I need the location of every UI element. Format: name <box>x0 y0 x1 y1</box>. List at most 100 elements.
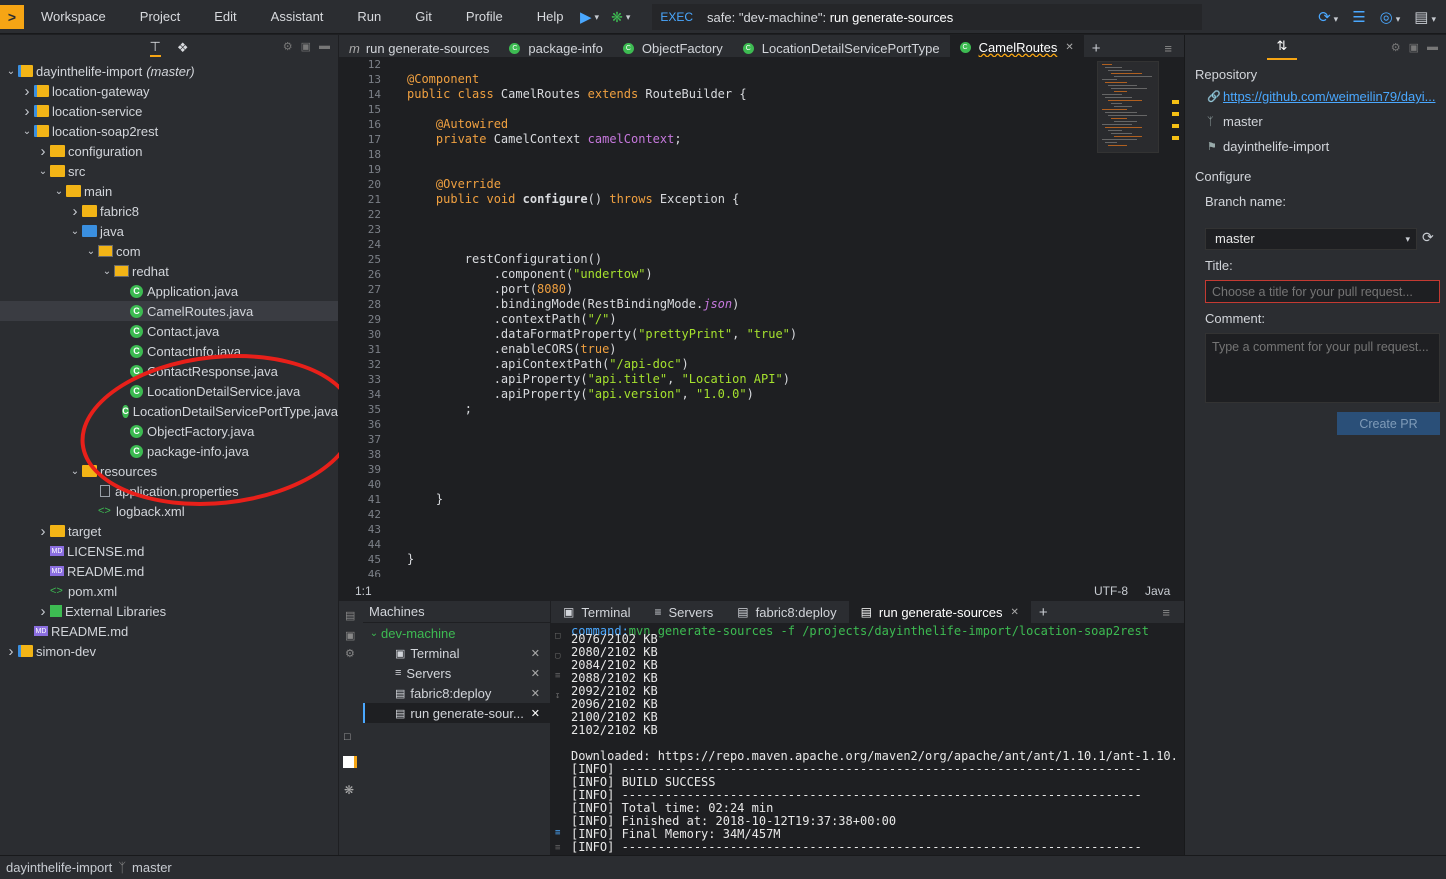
chevron-down-icon[interactable]: ⌄ <box>20 126 34 137</box>
menu-workspace[interactable]: Workspace <box>24 9 123 24</box>
tree-item[interactable]: C LocationDetailService.java <box>0 381 338 401</box>
machines-icon[interactable]: ▤ <box>345 609 355 622</box>
chevron-right-icon[interactable]: › <box>68 203 82 220</box>
list-icon[interactable]: ☰ <box>1352 8 1365 26</box>
add-tab-icon[interactable]: + <box>1092 40 1101 57</box>
pr-comment-input[interactable] <box>1205 333 1440 403</box>
machine-row[interactable]: ⌄ dev-machine <box>363 623 550 643</box>
project-tree-icon[interactable]: ⊤ <box>149 39 161 57</box>
menu-run[interactable]: Run <box>340 9 398 24</box>
machine-process-item[interactable]: ▤ fabric8:deploy ✕ <box>363 683 550 703</box>
ruler-mark[interactable] <box>1172 100 1179 104</box>
minimize-icon[interactable]: ▬ <box>319 40 330 53</box>
pr-title-input[interactable] <box>1205 280 1440 303</box>
chevron-down-icon[interactable]: ⌄ <box>4 66 18 77</box>
tabs-menu-icon[interactable]: ≡ <box>1162 605 1170 620</box>
layout-icon[interactable]: ▤ ▾ <box>1414 8 1436 26</box>
close-icon[interactable]: ✕ <box>531 667 540 680</box>
lines-icon[interactable]: ≡ <box>555 843 560 853</box>
copy-icon[interactable]: □ <box>555 631 560 641</box>
clear-icon[interactable]: ▢ <box>555 651 560 661</box>
tree-item[interactable]: C ContactResponse.java <box>0 361 338 381</box>
refresh-branches-icon[interactable]: ⟳ <box>1422 229 1434 246</box>
chevron-down-icon[interactable]: ⌄ <box>84 246 98 257</box>
ruler-mark[interactable] <box>1172 124 1179 128</box>
ruler-mark[interactable] <box>1172 136 1179 140</box>
tree-item[interactable]: C ObjectFactory.java <box>0 421 338 441</box>
file-language[interactable]: Java <box>1145 584 1170 598</box>
scroll-icon[interactable]: ≡ <box>555 828 560 838</box>
close-icon[interactable]: ✕ <box>531 707 540 720</box>
tree-item[interactable]: ⌄ java <box>0 221 338 241</box>
tree-item[interactable]: ⌄ main <box>0 181 338 201</box>
chevron-down-icon[interactable]: ⌄ <box>100 266 114 277</box>
tree-item[interactable]: ⌄ src <box>0 161 338 181</box>
chevron-right-icon[interactable]: › <box>20 103 34 120</box>
minimap[interactable] <box>1097 61 1159 153</box>
terminal-output[interactable]: □ ▢ ≡ ↧ ≡ ≡ command:mvn generate-sources… <box>551 623 1184 855</box>
file-encoding[interactable]: UTF-8 <box>1094 584 1128 598</box>
wrap-icon[interactable]: ≡ <box>555 671 560 681</box>
tree-item[interactable]: C LocationDetailServicePortType.java <box>0 401 338 421</box>
restore-icon[interactable]: ▣ <box>1409 41 1419 54</box>
chevron-right-icon[interactable]: › <box>4 643 18 660</box>
ruler-mark[interactable] <box>1172 112 1179 116</box>
chevron-down-icon[interactable]: ⌄ <box>68 466 82 477</box>
repo-url-link[interactable]: https://github.com/weimeilin79/dayi... <box>1223 89 1438 104</box>
tree-item[interactable]: › target <box>0 521 338 541</box>
menu-edit[interactable]: Edit <box>197 9 253 24</box>
cursor-position[interactable]: 1:1 <box>355 584 372 598</box>
tree-item[interactable]: MD README.md <box>0 561 338 581</box>
create-pr-button[interactable]: Create PR <box>1337 412 1440 435</box>
tree-item[interactable]: ⌄ dayinthelife-import (master) <box>0 61 338 81</box>
chat-icon[interactable]: □ <box>344 731 351 743</box>
tree-item[interactable]: C Contact.java <box>0 321 338 341</box>
tree-item[interactable]: › location-gateway <box>0 81 338 101</box>
tree-item[interactable]: › configuration <box>0 141 338 161</box>
tree-item[interactable]: ⌄ redhat <box>0 261 338 281</box>
tree-item[interactable]: › simon-dev <box>0 641 338 661</box>
menu-assistant[interactable]: Assistant <box>254 9 341 24</box>
tree-item[interactable]: application.properties <box>0 481 338 501</box>
output-icon[interactable] <box>343 756 357 768</box>
status-project[interactable]: dayinthelife-import <box>6 860 112 875</box>
debug-button[interactable]: ❋ ▾ <box>611 9 630 26</box>
tree-item[interactable]: › fabric8 <box>0 201 338 221</box>
target-icon[interactable]: ◎ ▾ <box>1380 8 1401 26</box>
settings-icon[interactable]: ⚙ <box>1391 41 1401 54</box>
close-icon[interactable]: ✕ <box>531 647 540 660</box>
restore-icon[interactable]: ▣ <box>301 40 311 53</box>
gear-icon[interactable]: ⚙ <box>345 647 355 660</box>
terminal-tab[interactable]: ≡ Servers <box>642 601 725 623</box>
chevron-down-icon[interactable]: ⌄ <box>68 226 82 237</box>
pull-request-icon[interactable]: ⇅ <box>1267 38 1297 60</box>
settings-icon[interactable]: ⚙ <box>283 40 293 53</box>
terminal-tab[interactable]: ▤ fabric8:deploy <box>725 601 848 623</box>
tree-item[interactable]: C ContactInfo.java <box>0 341 338 361</box>
refresh-icon[interactable]: ⟳ ▾ <box>1318 8 1338 26</box>
tree-item[interactable]: ⌄ location-soap2rest <box>0 121 338 141</box>
chevron-down-icon[interactable]: ⌄ <box>52 186 66 197</box>
debug-icon[interactable]: ❋ <box>344 783 354 797</box>
download-icon[interactable]: ↧ <box>555 691 560 701</box>
close-icon[interactable]: ✕ <box>1011 607 1019 618</box>
add-terminal-icon[interactable]: + <box>1039 604 1048 621</box>
tree-item[interactable]: MD README.md <box>0 621 338 641</box>
terminal-tab[interactable]: ▤ run generate-sources ✕ <box>848 601 1031 623</box>
branch-name-select[interactable]: master ▾ <box>1205 228 1417 250</box>
tree-item[interactable]: <> pom.xml <box>0 581 338 601</box>
tree-item[interactable]: ⌄ resources <box>0 461 338 481</box>
tree-item[interactable]: C Application.java <box>0 281 338 301</box>
minimize-icon[interactable]: ▬ <box>1427 41 1438 54</box>
tree-item[interactable]: MD LICENSE.md <box>0 541 338 561</box>
menu-help[interactable]: Help <box>520 9 581 24</box>
chevron-down-icon[interactable]: ⌄ <box>36 166 50 177</box>
chevron-right-icon[interactable]: › <box>20 83 34 100</box>
terminal-tab[interactable]: ▣ Terminal <box>551 601 642 623</box>
exec-command-bar[interactable]: EXEC safe: "dev-machine": run generate-s… <box>652 4 1203 30</box>
machine-process-item[interactable]: ≡ Servers ✕ <box>363 663 550 683</box>
tree-item[interactable]: <> logback.xml <box>0 501 338 521</box>
tree-item[interactable]: Cpackage-info.java <box>0 441 338 461</box>
tree-item[interactable]: › External Libraries <box>0 601 338 621</box>
menu-profile[interactable]: Profile <box>449 9 520 24</box>
